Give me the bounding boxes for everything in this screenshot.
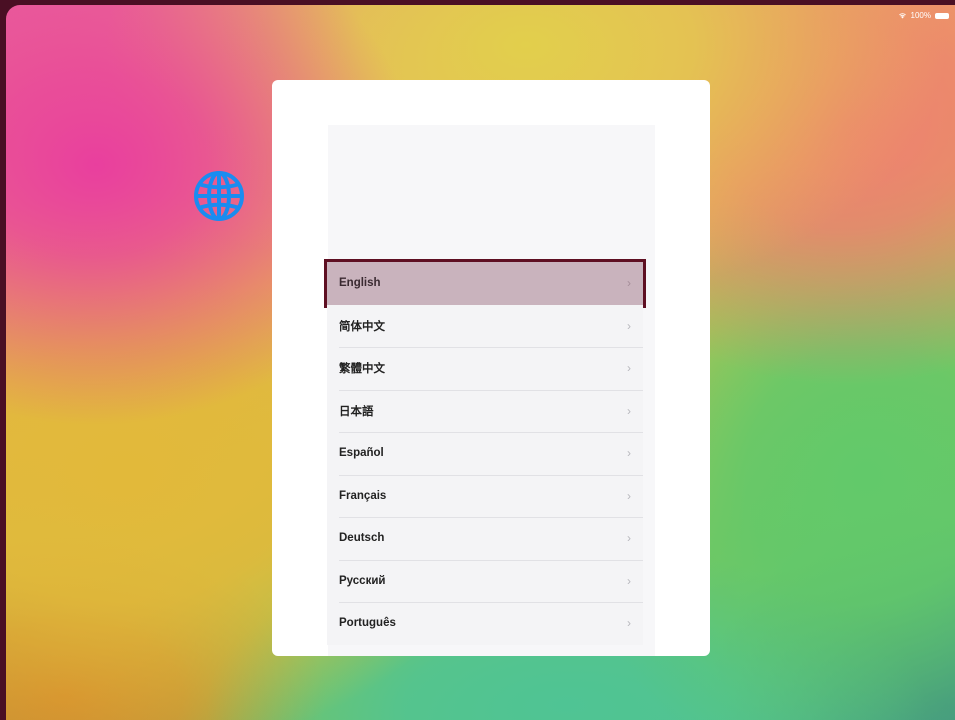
chevron-right-icon: › bbox=[627, 403, 631, 418]
language-label: 日本語 bbox=[339, 405, 374, 418]
chevron-right-icon: › bbox=[627, 361, 631, 376]
language-option[interactable]: Español › bbox=[327, 432, 643, 475]
language-label: Español bbox=[339, 447, 384, 460]
language-label: 繁體中文 bbox=[339, 363, 385, 376]
language-option[interactable]: 日本語 › bbox=[327, 389, 643, 432]
language-option[interactable]: 简体中文 › bbox=[327, 304, 643, 347]
wifi-icon bbox=[898, 12, 907, 19]
language-label: English bbox=[339, 277, 381, 290]
chevron-right-icon: › bbox=[627, 276, 631, 291]
chevron-right-icon: › bbox=[627, 318, 631, 333]
language-option[interactable]: Русский › bbox=[327, 559, 643, 602]
language-label: Русский bbox=[339, 574, 386, 587]
status-bar: 100% bbox=[898, 11, 949, 20]
language-option[interactable]: Français › bbox=[327, 474, 643, 517]
battery-percent: 100% bbox=[910, 11, 931, 20]
chevron-right-icon: › bbox=[627, 531, 631, 546]
language-option[interactable]: English › bbox=[324, 259, 646, 308]
globe-icon bbox=[192, 169, 246, 223]
chevron-right-icon: › bbox=[627, 488, 631, 503]
language-label: Português bbox=[339, 617, 396, 630]
battery-icon bbox=[935, 12, 949, 19]
language-label: 简体中文 bbox=[339, 320, 385, 333]
language-option[interactable]: Deutsch › bbox=[327, 517, 643, 560]
language-option[interactable]: 繁體中文 › bbox=[327, 347, 643, 390]
language-label: Français bbox=[339, 489, 387, 502]
chevron-right-icon: › bbox=[627, 446, 631, 461]
language-option[interactable]: Português › bbox=[327, 602, 643, 645]
chevron-right-icon: › bbox=[627, 573, 631, 588]
chevron-right-icon: › bbox=[627, 616, 631, 631]
language-label: Deutsch bbox=[339, 532, 385, 545]
language-list: English › 简体中文 › 繁體中文 › 日本語 › Español › Français › D… bbox=[324, 259, 646, 645]
